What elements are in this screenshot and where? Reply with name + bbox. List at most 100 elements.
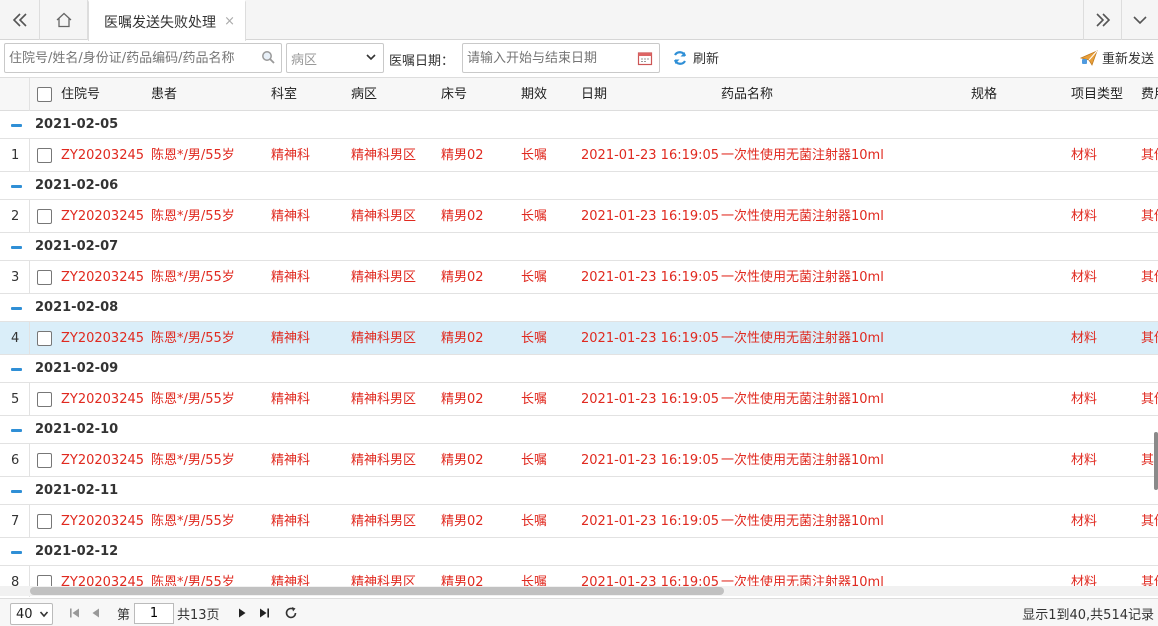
cell-term: 长嘱 <box>521 453 548 468</box>
row-checkbox[interactable] <box>37 331 52 346</box>
table-row[interactable]: 6 ZY20203245 陈恩*/男/55岁 精神科 精神科男区 精男02 长嘱 2021-0… <box>0 444 1158 477</box>
scroll-tabs-right-button[interactable] <box>1083 0 1121 40</box>
collapse-icon[interactable] <box>11 246 22 249</box>
tab-menu-dropdown[interactable] <box>1121 0 1158 40</box>
cell-drug-name: 一次性使用无菌注射器10ml <box>721 514 884 529</box>
current-page-input[interactable] <box>134 603 174 624</box>
group-date-label: 2021-02-07 <box>35 239 119 254</box>
reload-icon[interactable] <box>284 606 298 620</box>
cell-patient: 陈恩*/男/55岁 <box>151 453 235 468</box>
horizontal-scrollbar-thumb[interactable] <box>30 587 724 595</box>
tab-order-send-failure[interactable]: 医嘱发送失败处理 × <box>88 0 246 41</box>
resend-button[interactable]: 重新发送 <box>1079 48 1154 67</box>
row-checkbox[interactable] <box>37 148 52 163</box>
group-row[interactable]: 2021-02-11 <box>0 477 1158 505</box>
date-range-field[interactable] <box>462 43 660 73</box>
cell-department: 精神科 <box>271 209 311 224</box>
table-row[interactable]: 4 ZY20203245 陈恩*/男/55岁 精神科 精神科男区 精男02 长嘱 2021-0… <box>0 322 1158 355</box>
header-ward[interactable]: 病区 <box>351 78 377 111</box>
collapse-icon[interactable] <box>11 490 22 493</box>
cell-patient: 陈恩*/男/55岁 <box>151 270 235 285</box>
row-checkbox[interactable] <box>37 453 52 468</box>
cell-department: 精神科 <box>271 514 311 529</box>
previous-page-icon[interactable] <box>89 606 103 620</box>
order-date-label: 医嘱日期： <box>389 54 455 69</box>
group-row[interactable]: 2021-02-07 <box>0 233 1158 261</box>
header-fee[interactable]: 费用 <box>1141 78 1158 111</box>
cell-fee: 其他 <box>1141 270 1158 285</box>
tab-label: 医嘱发送失败处理 <box>104 14 216 31</box>
group-row[interactable]: 2021-02-10 <box>0 416 1158 444</box>
collapse-icon[interactable] <box>11 124 22 127</box>
row-checkbox[interactable] <box>37 514 52 529</box>
header-date[interactable]: 日期 <box>581 78 607 111</box>
horizontal-scrollbar[interactable] <box>0 586 1158 596</box>
collapse-icon[interactable] <box>11 307 22 310</box>
page-size-select[interactable]: 40 <box>10 603 53 625</box>
search-icon[interactable] <box>261 50 275 64</box>
group-date-label: 2021-02-10 <box>35 422 119 437</box>
header-admission-no[interactable]: 住院号 <box>61 78 100 111</box>
cell-bed: 精男02 <box>441 392 484 407</box>
table-row[interactable]: 5 ZY20203245 陈恩*/男/55岁 精神科 精神科男区 精男02 长嘱 2021-0… <box>0 383 1158 416</box>
close-icon[interactable]: × <box>224 14 235 29</box>
header-drug-name[interactable]: 药品名称 <box>721 78 773 111</box>
group-row[interactable]: 2021-02-08 <box>0 294 1158 322</box>
next-page-icon[interactable] <box>235 606 249 620</box>
grid-header: 住院号 患者 科室 病区 床号 期效 日期 药品名称 规格 项目类型 费用 <box>0 78 1158 111</box>
home-tab[interactable] <box>40 0 88 40</box>
cell-item-type: 材料 <box>1071 331 1098 346</box>
cell-date: 2021-01-23 16:19:05 <box>581 148 720 163</box>
group-row[interactable]: 2021-02-05 <box>0 111 1158 139</box>
cell-department: 精神科 <box>271 453 311 468</box>
calendar-icon[interactable] <box>637 50 653 66</box>
cell-department: 精神科 <box>271 331 311 346</box>
header-term[interactable]: 期效 <box>521 78 547 111</box>
header-patient[interactable]: 患者 <box>151 78 177 111</box>
row-number: 4 <box>0 322 30 355</box>
date-range-input[interactable] <box>463 44 631 72</box>
last-page-icon[interactable] <box>257 606 271 620</box>
first-page-icon[interactable] <box>68 606 82 620</box>
row-checkbox[interactable] <box>37 209 52 224</box>
cell-item-type: 材料 <box>1071 453 1098 468</box>
chevron-down-icon <box>366 54 376 61</box>
cell-drug-name: 一次性使用无菌注射器10ml <box>721 392 884 407</box>
resend-label: 重新发送 <box>1101 52 1154 67</box>
search-input[interactable] <box>5 44 257 72</box>
ward-select[interactable]: 病区 <box>286 43 384 73</box>
table-row[interactable]: 3 ZY20203245 陈恩*/男/55岁 精神科 精神科男区 精男02 长嘱 2021-0… <box>0 261 1158 294</box>
scroll-tabs-left-button[interactable] <box>0 0 40 40</box>
header-spec[interactable]: 规格 <box>971 78 997 111</box>
cell-drug-name: 一次性使用无菌注射器10ml <box>721 453 884 468</box>
collapse-icon[interactable] <box>11 429 22 432</box>
cell-bed: 精男02 <box>441 270 484 285</box>
collapse-icon[interactable] <box>11 185 22 188</box>
header-bed[interactable]: 床号 <box>441 78 467 111</box>
refresh-button[interactable]: 刷新 <box>672 48 719 67</box>
table-row[interactable]: 1 ZY20203245 陈恩*/男/55岁 精神科 精神科男区 精男02 长嘱 2021-0… <box>0 139 1158 172</box>
table-row[interactable]: 7 ZY20203245 陈恩*/男/55岁 精神科 精神科男区 精男02 长嘱 2021-0… <box>0 505 1158 538</box>
cell-term: 长嘱 <box>521 392 548 407</box>
group-row[interactable]: 2021-02-12 <box>0 538 1158 566</box>
table-row[interactable]: 2 ZY20203245 陈恩*/男/55岁 精神科 精神科男区 精男02 长嘱 2021-0… <box>0 200 1158 233</box>
collapse-icon[interactable] <box>11 368 22 371</box>
group-row[interactable]: 2021-02-06 <box>0 172 1158 200</box>
header-item-type[interactable]: 项目类型 <box>1071 78 1123 111</box>
group-row[interactable]: 2021-02-09 <box>0 355 1158 383</box>
double-chevron-right-icon <box>1095 13 1110 27</box>
row-checkbox[interactable] <box>37 270 52 285</box>
select-all-checkbox[interactable] <box>37 87 52 102</box>
group-date-label: 2021-02-05 <box>35 117 119 132</box>
header-department[interactable]: 科室 <box>271 78 297 111</box>
search-field[interactable] <box>4 43 282 73</box>
row-checkbox[interactable] <box>37 392 52 407</box>
collapse-icon[interactable] <box>11 551 22 554</box>
cell-term: 长嘱 <box>521 331 548 346</box>
tab-bar: 医嘱发送失败处理 × <box>0 0 1158 41</box>
vertical-scrollbar[interactable] <box>1154 432 1158 490</box>
cell-admission-no: ZY20203245 <box>61 148 145 163</box>
cell-ward: 精神科男区 <box>351 453 417 468</box>
cell-term: 长嘱 <box>521 514 548 529</box>
cell-drug-name: 一次性使用无菌注射器10ml <box>721 209 884 224</box>
